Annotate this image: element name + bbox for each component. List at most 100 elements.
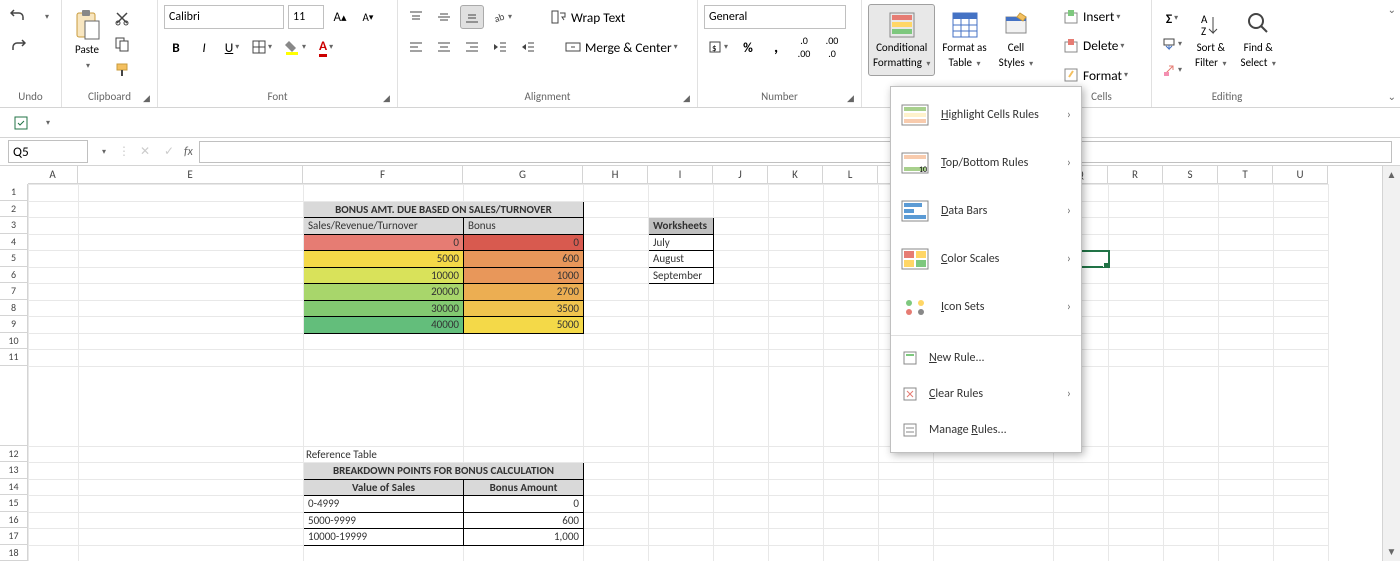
cell[interactable] — [1164, 267, 1219, 284]
cell[interactable] — [1274, 529, 1329, 546]
underline-button[interactable]: U — [220, 35, 244, 59]
cell[interactable] — [1164, 479, 1219, 496]
cell[interactable] — [649, 333, 714, 350]
cell[interactable] — [584, 284, 649, 301]
cell[interactable] — [584, 529, 649, 546]
cell[interactable] — [29, 185, 79, 202]
cell[interactable] — [304, 185, 464, 202]
cell[interactable] — [79, 529, 304, 546]
cell[interactable] — [1164, 185, 1219, 202]
cell[interactable]: 10000-19999 — [304, 529, 464, 546]
cell[interactable] — [934, 529, 1054, 546]
cf-clear-rules[interactable]: Clear Rules › — [891, 376, 1081, 412]
cell[interactable] — [649, 366, 714, 446]
copy-button[interactable] — [110, 32, 134, 56]
cell[interactable] — [29, 512, 79, 529]
cell[interactable] — [29, 446, 79, 463]
format-painter-button[interactable] — [110, 58, 134, 82]
cell[interactable] — [1219, 366, 1274, 446]
cell[interactable] — [584, 463, 649, 480]
align-right-button[interactable] — [460, 35, 484, 59]
cell[interactable] — [29, 333, 79, 350]
cell[interactable] — [79, 234, 304, 251]
cell[interactable] — [1164, 218, 1219, 235]
cell[interactable] — [304, 350, 464, 367]
cell[interactable] — [879, 545, 934, 561]
cell[interactable] — [769, 333, 824, 350]
font-name-select[interactable] — [164, 5, 284, 29]
cf-manage-rules[interactable]: Manage Rules... — [891, 412, 1081, 448]
name-box-dropdown[interactable] — [94, 143, 112, 161]
decrease-font-button[interactable]: A▾ — [356, 5, 380, 29]
cell[interactable]: 20000 — [304, 284, 464, 301]
cell[interactable]: 0-4999 — [304, 496, 464, 513]
cell[interactable] — [649, 463, 714, 480]
comma-button[interactable]: , — [764, 35, 788, 59]
column-header[interactable]: K — [768, 166, 823, 184]
cell[interactable] — [1274, 350, 1329, 367]
cell[interactable] — [79, 284, 304, 301]
cell[interactable] — [879, 463, 934, 480]
font-size-select[interactable] — [288, 5, 324, 29]
cell[interactable] — [1109, 218, 1164, 235]
cell[interactable] — [304, 333, 464, 350]
cell[interactable]: 0 — [464, 496, 584, 513]
cell[interactable] — [824, 512, 879, 529]
wrap-text-button[interactable]: Wrap Text — [544, 5, 632, 29]
cell[interactable] — [649, 545, 714, 561]
cell[interactable] — [1109, 201, 1164, 218]
cell[interactable] — [769, 446, 824, 463]
cell[interactable] — [879, 529, 934, 546]
cell[interactable] — [1274, 512, 1329, 529]
cell[interactable] — [79, 512, 304, 529]
row-header[interactable]: 1 — [0, 184, 28, 201]
cell[interactable] — [714, 333, 769, 350]
cell[interactable] — [824, 267, 879, 284]
cell[interactable] — [464, 185, 584, 202]
cell[interactable] — [29, 366, 79, 446]
cell[interactable] — [934, 545, 1054, 561]
cell[interactable] — [1164, 529, 1219, 546]
cell[interactable] — [769, 545, 824, 561]
cell[interactable] — [714, 366, 769, 446]
cell[interactable] — [769, 234, 824, 251]
cell[interactable] — [1219, 463, 1274, 480]
cell[interactable] — [824, 201, 879, 218]
cell[interactable] — [584, 512, 649, 529]
cell[interactable] — [1274, 218, 1329, 235]
cell[interactable] — [1054, 479, 1109, 496]
column-header[interactable]: F — [303, 166, 463, 184]
row-header[interactable]: 10 — [0, 333, 28, 350]
cell[interactable] — [769, 463, 824, 480]
cell[interactable] — [1109, 512, 1164, 529]
insert-button[interactable]: Insert — [1058, 5, 1145, 29]
cell[interactable] — [1274, 234, 1329, 251]
cell[interactable] — [79, 267, 304, 284]
cell[interactable] — [29, 300, 79, 317]
cell[interactable]: 10000 — [304, 267, 464, 284]
cell[interactable] — [1109, 463, 1164, 480]
cell[interactable] — [714, 234, 769, 251]
cell[interactable] — [769, 267, 824, 284]
cell[interactable] — [79, 479, 304, 496]
column-header[interactable]: A — [28, 166, 78, 184]
cell[interactable] — [29, 201, 79, 218]
cell[interactable] — [1109, 251, 1164, 268]
cell[interactable] — [769, 512, 824, 529]
format-button[interactable]: Format — [1058, 63, 1145, 87]
cell[interactable] — [464, 366, 584, 446]
cell[interactable]: 1,000 — [464, 529, 584, 546]
cell[interactable] — [714, 463, 769, 480]
cell[interactable] — [1219, 545, 1274, 561]
cell[interactable] — [1219, 284, 1274, 301]
cell[interactable] — [79, 496, 304, 513]
row-header[interactable]: 2 — [0, 201, 28, 218]
cell[interactable] — [769, 284, 824, 301]
cell-styles-button[interactable]: Cell Styles — [994, 4, 1039, 76]
cell[interactable]: 5000 — [464, 317, 584, 334]
cell[interactable]: Bonus Amount — [464, 479, 584, 496]
cell[interactable] — [1274, 251, 1329, 268]
cell[interactable] — [649, 185, 714, 202]
cell[interactable] — [1219, 201, 1274, 218]
delete-button[interactable]: Delete — [1058, 34, 1145, 58]
